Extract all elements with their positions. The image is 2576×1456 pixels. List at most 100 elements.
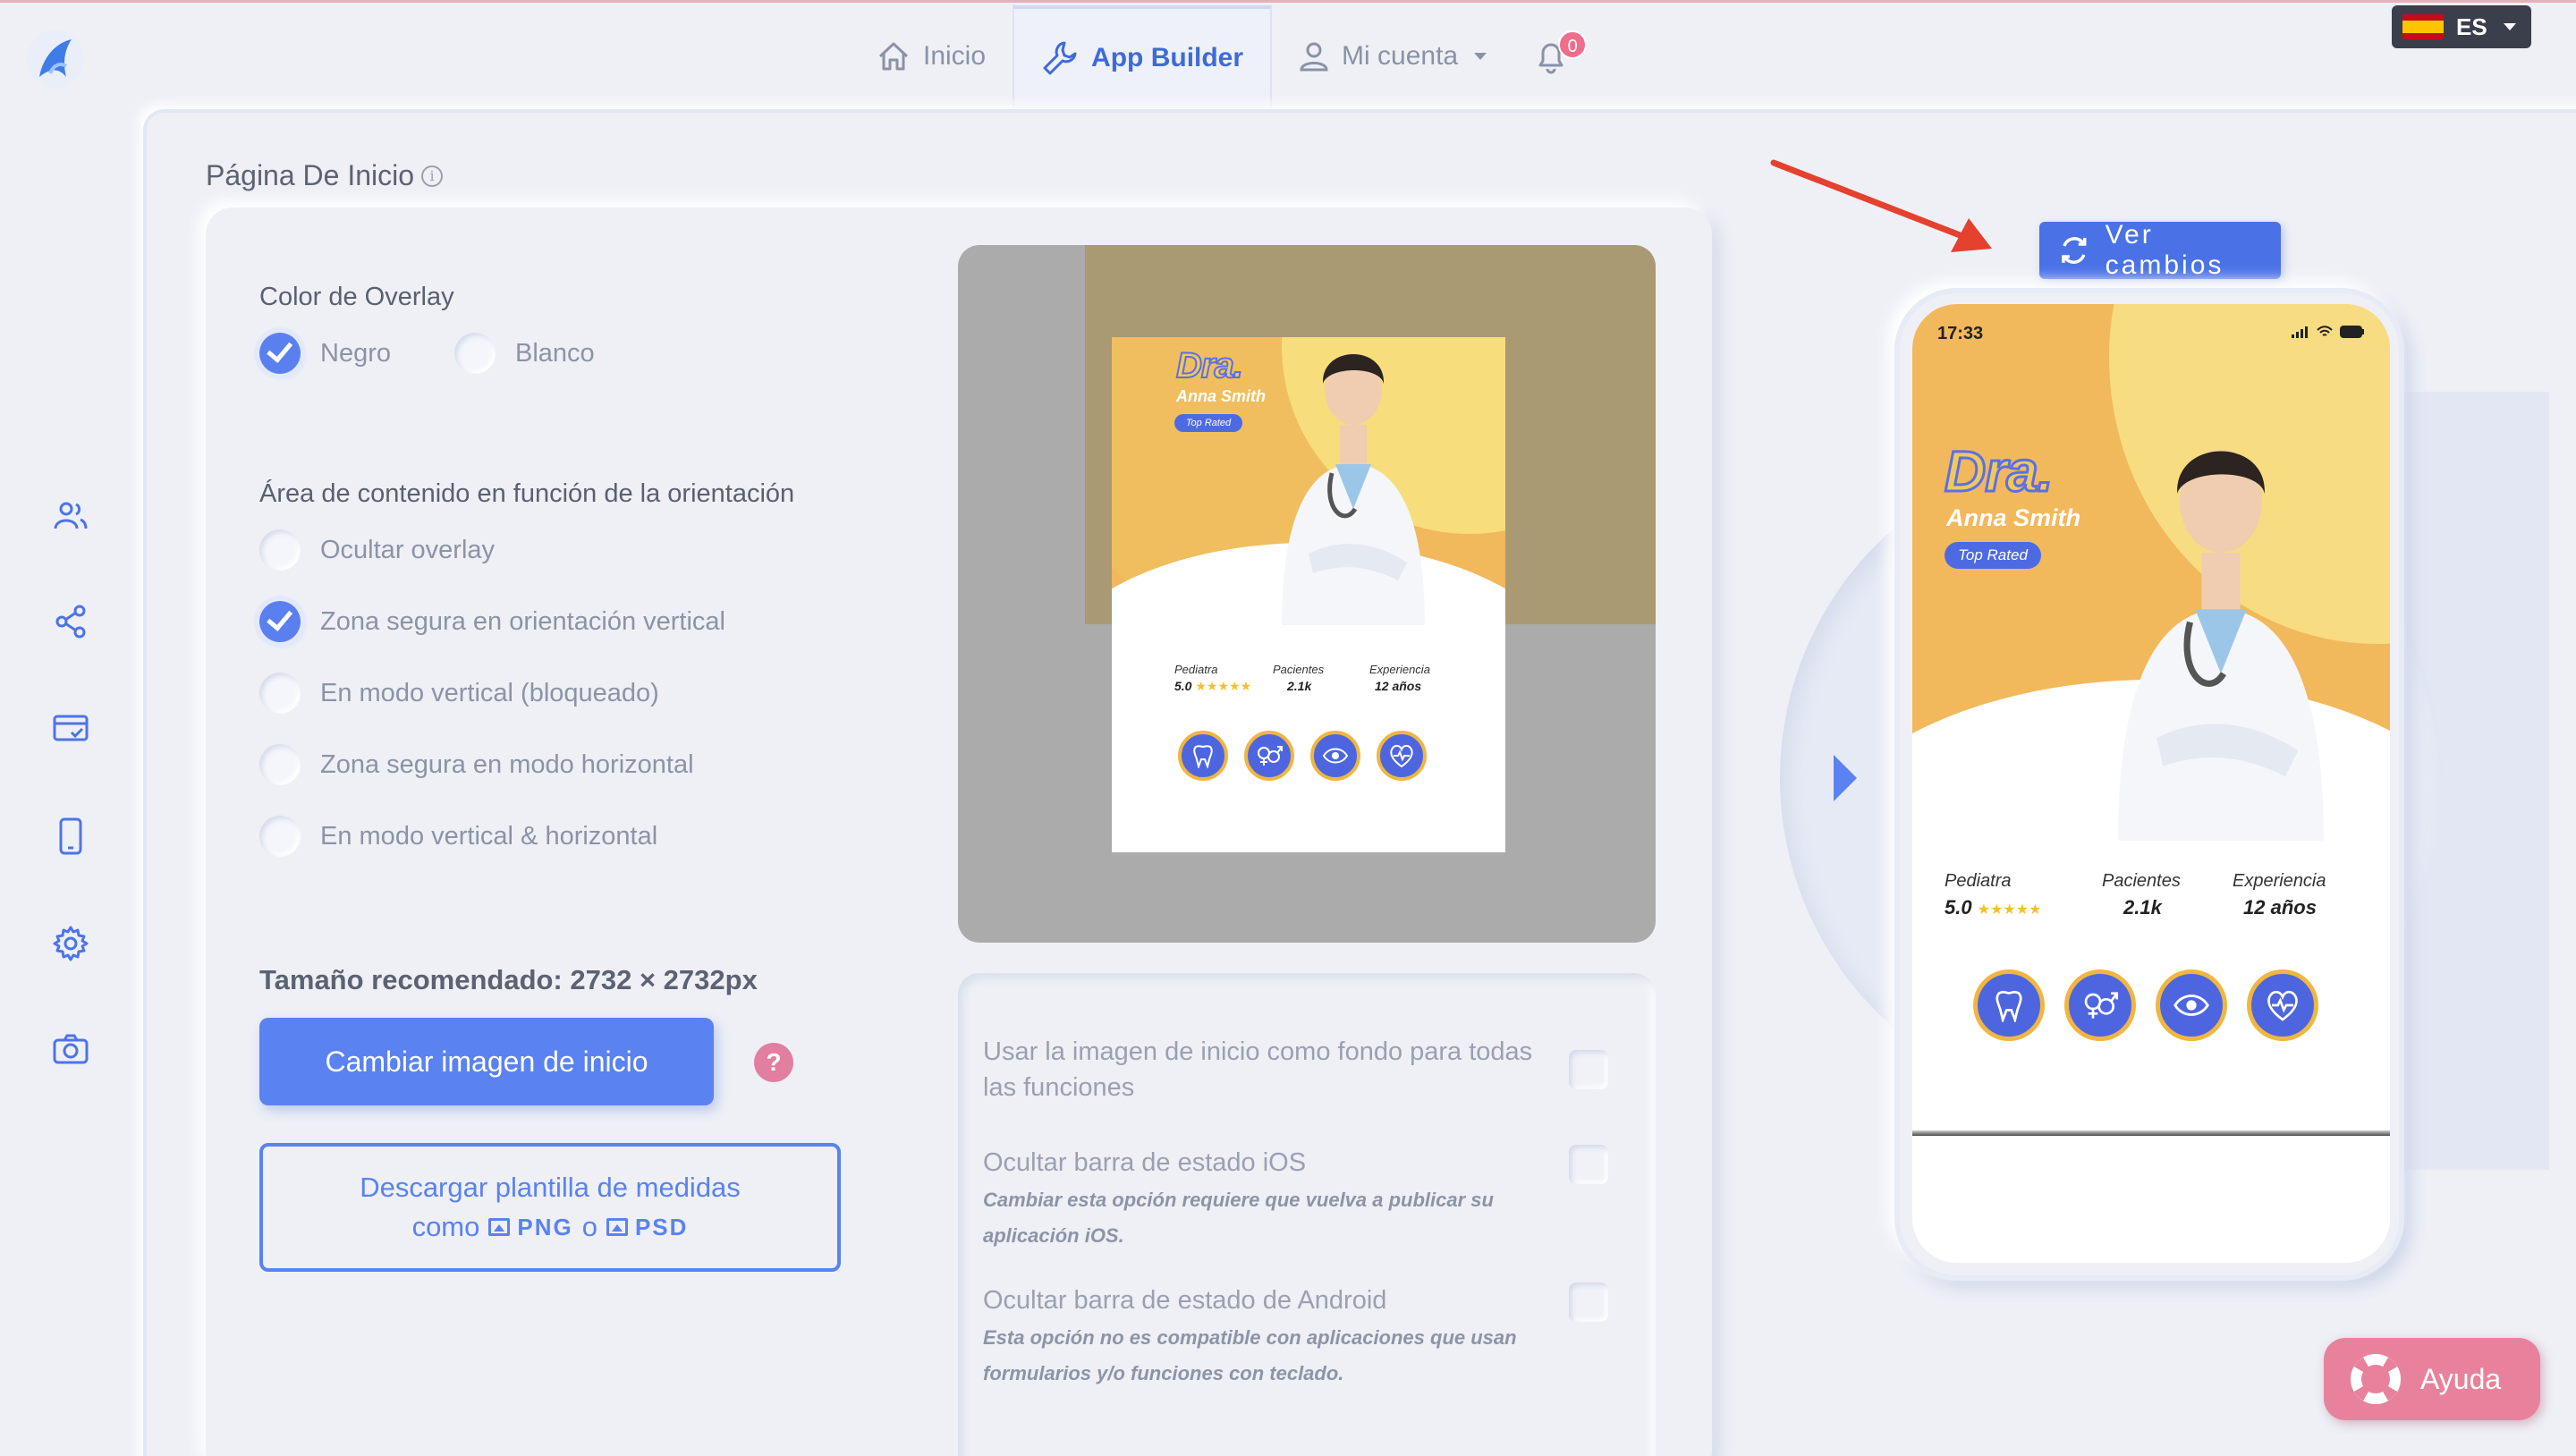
wifi-icon bbox=[2317, 326, 2333, 336]
orientation-option-vertical-bloqueado[interactable]: En modo vertical (bloqueado) bbox=[259, 673, 659, 714]
change-home-image-button[interactable]: Cambiar imagen de inicio bbox=[259, 1018, 714, 1105]
battery-icon bbox=[2340, 326, 2364, 338]
notifications-button[interactable]: 0 bbox=[1513, 5, 1589, 107]
phone-tabbar-divider bbox=[1912, 1130, 2390, 1136]
option-bg-all-functions-checkbox[interactable] bbox=[1569, 1050, 1608, 1089]
orientation-option-label: En modo vertical (bloqueado) bbox=[320, 678, 659, 707]
top-navigation: Inicio App Builder Mi cuenta 0 bbox=[850, 5, 1589, 107]
option-hide-ios-status-text: Ocultar barra de estado iOS bbox=[983, 1148, 1307, 1177]
orientation-option-zona-horizontal[interactable]: Zona segura en modo horizontal bbox=[259, 744, 694, 785]
wrench-icon bbox=[1043, 41, 1077, 75]
overlay-option-label: Blanco bbox=[515, 338, 595, 368]
option-hide-android-status-checkbox[interactable] bbox=[1569, 1282, 1608, 1322]
phone-app-screen: 17:33 Dra. Anna Smith Top Rated Pediatra… bbox=[1912, 304, 2390, 1127]
eye-icon bbox=[1310, 731, 1360, 781]
orientation-option-label: Zona segura en orientación vertical bbox=[320, 606, 725, 636]
heart-pulse-icon bbox=[1377, 731, 1427, 781]
language-selector[interactable]: ES bbox=[2392, 5, 2531, 48]
heart-pulse-icon bbox=[2247, 969, 2318, 1041]
top-border bbox=[0, 0, 2576, 3]
lifebuoy-icon bbox=[2351, 1354, 2401, 1404]
phone-dra-text: Dra. bbox=[1944, 438, 2055, 505]
option-hide-ios-status-note: Cambiar esta opción requiere que vuelva … bbox=[983, 1189, 1494, 1247]
gear-icon bbox=[53, 926, 89, 961]
red-arrow-annotation bbox=[1770, 159, 1992, 252]
png-label: PNG bbox=[517, 1213, 573, 1240]
home-icon bbox=[878, 42, 909, 71]
preview-app-screen: Dra. Anna Smith Top Rated Pediatra Pacie… bbox=[1112, 337, 1505, 852]
help-button-label: Ayuda bbox=[2420, 1362, 2502, 1395]
overlay-option-blanco[interactable]: Blanco bbox=[454, 333, 595, 374]
orientation-option-ocultar-overlay[interactable]: Ocultar overlay bbox=[259, 529, 495, 571]
preview-stat-label: Pediatra bbox=[1174, 663, 1218, 676]
preview-stat-value: 5.0 ★★★★★ bbox=[1174, 679, 1251, 694]
notification-count-badge: 0 bbox=[1558, 30, 1588, 59]
option-bg-all-functions-text: Usar la imagen de inicio como fondo para… bbox=[983, 1037, 1533, 1102]
radio-button[interactable] bbox=[259, 529, 301, 571]
share-icon bbox=[55, 605, 86, 639]
download-o-text: o bbox=[581, 1211, 597, 1242]
overlay-option-label: Negro bbox=[320, 338, 391, 368]
psd-label: PSD bbox=[634, 1213, 689, 1240]
nav-inicio-label: Inicio bbox=[923, 41, 987, 71]
gender-icon bbox=[1244, 731, 1294, 781]
refresh-icon bbox=[2062, 237, 2087, 264]
nav-app-builder[interactable]: App Builder bbox=[1013, 5, 1273, 107]
sidebar-share[interactable] bbox=[47, 597, 95, 646]
orientation-option-vertical-horizontal[interactable]: En modo vertical & horizontal bbox=[259, 816, 657, 857]
orientation-area-label: Área de contenido en función de la orien… bbox=[259, 479, 795, 508]
spain-flag-icon bbox=[2402, 14, 2444, 39]
radio-button[interactable] bbox=[259, 601, 301, 642]
sidebar-users[interactable] bbox=[47, 492, 95, 540]
doctor-illustration bbox=[1282, 353, 1425, 625]
check-icon bbox=[267, 604, 293, 631]
phone-stat-value: 5.0 ★★★★★ bbox=[1945, 896, 2041, 919]
phone-preview-screen: 17:33 Dra. Anna Smith Top Rated Pediatra… bbox=[1912, 304, 2390, 1263]
sidebar-media[interactable] bbox=[47, 1025, 95, 1073]
sidebar-mobile[interactable] bbox=[47, 812, 95, 860]
overlay-option-negro[interactable]: Negro bbox=[259, 333, 391, 374]
radio-button[interactable] bbox=[259, 816, 301, 857]
tooth-icon bbox=[1178, 731, 1228, 781]
nav-mi-cuenta[interactable]: Mi cuenta bbox=[1272, 5, 1513, 107]
phone-top-rated-badge: Top Rated bbox=[1945, 542, 2041, 569]
view-changes-button[interactable]: Ver cambios bbox=[2039, 220, 2281, 280]
phone-doctor-name: Anna Smith bbox=[1946, 504, 2081, 531]
phone-stat-label: Experiencia bbox=[2233, 871, 2326, 891]
overlay-color-label: Color de Overlay bbox=[259, 283, 454, 311]
radio-button[interactable] bbox=[259, 673, 301, 714]
download-template-button[interactable]: Descargar plantilla de medidas como PNG … bbox=[259, 1143, 841, 1272]
info-icon[interactable]: i bbox=[421, 165, 444, 187]
option-hide-ios-status-checkbox[interactable] bbox=[1569, 1145, 1608, 1184]
phone-status-time: 17:33 bbox=[1937, 324, 1984, 343]
rating-stars: ★★★★★ bbox=[1977, 902, 2042, 918]
play-arrow-icon[interactable] bbox=[1834, 755, 1857, 801]
download-psd-link[interactable]: PSD bbox=[606, 1214, 688, 1241]
payment-card-icon bbox=[53, 715, 89, 741]
sidebar-payments[interactable] bbox=[47, 705, 95, 753]
orientation-option-zona-vertical[interactable]: Zona segura en orientación vertical bbox=[259, 601, 725, 642]
sidebar-settings[interactable] bbox=[47, 919, 95, 968]
help-question-icon[interactable]: ? bbox=[754, 1043, 793, 1082]
nav-inicio[interactable]: Inicio bbox=[850, 5, 1013, 107]
radio-button[interactable] bbox=[454, 333, 496, 374]
stat-value-text: 5.0 bbox=[1945, 896, 1972, 918]
language-code: ES bbox=[2456, 13, 2487, 40]
preview-top-rated-badge: Top Rated bbox=[1174, 414, 1242, 432]
image-icon bbox=[488, 1218, 511, 1236]
phone-stat-value: 12 años bbox=[2243, 896, 2317, 918]
signal-icon bbox=[2292, 326, 2308, 338]
users-icon bbox=[54, 502, 88, 529]
app-logo[interactable] bbox=[23, 27, 88, 91]
check-icon bbox=[267, 335, 293, 363]
option-hide-android-status-note: Esta opción no es compatible con aplicac… bbox=[983, 1326, 1517, 1384]
radio-button[interactable] bbox=[259, 333, 301, 374]
download-formats-row: como PNG o PSD bbox=[263, 1211, 837, 1243]
image-icon bbox=[606, 1218, 628, 1236]
gender-icon bbox=[2064, 969, 2136, 1041]
download-png-link[interactable]: PNG bbox=[488, 1214, 572, 1241]
phone-stat-label: Pacientes bbox=[2102, 871, 2181, 891]
radio-button[interactable] bbox=[259, 744, 301, 785]
recommended-size-text: Tamaño recomendado: 2732 × 2732px bbox=[259, 964, 758, 995]
help-button[interactable]: Ayuda bbox=[2324, 1338, 2540, 1420]
